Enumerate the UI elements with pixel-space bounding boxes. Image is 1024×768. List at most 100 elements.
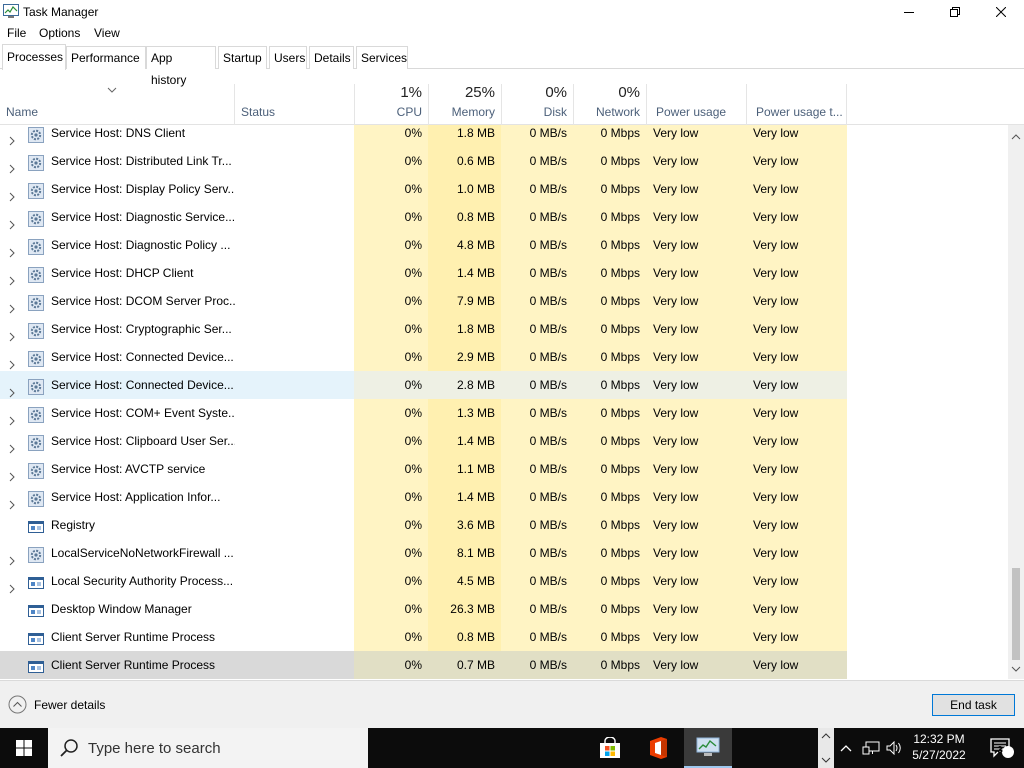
task-manager-taskbar-icon: [696, 737, 720, 756]
column-power-trend[interactable]: Power usage t...: [746, 70, 847, 125]
column-divider[interactable]: [846, 84, 847, 125]
process-row[interactable]: Service Host: COM+ Event Syste... 0% 1.3…: [0, 399, 1008, 427]
process-cpu: 0%: [354, 567, 428, 595]
process-row[interactable]: Service Host: Connected Device... 0% 2.9…: [0, 343, 1008, 371]
end-task-button[interactable]: End task: [932, 694, 1015, 716]
process-row[interactable]: Service Host: AVCTP service 0% 1.1 MB 0 …: [0, 455, 1008, 483]
process-row[interactable]: Service Host: DCOM Server Proc... 0% 7.9…: [0, 287, 1008, 315]
taskbar-scroll[interactable]: [818, 728, 834, 768]
tab-app-history[interactable]: App history: [146, 46, 216, 87]
close-button[interactable]: [978, 0, 1024, 24]
column-divider[interactable]: [746, 84, 747, 125]
column-divider[interactable]: [573, 84, 574, 125]
tab-details[interactable]: Details: [309, 46, 354, 69]
chevron-right-icon[interactable]: [9, 324, 15, 343]
process-row[interactable]: Service Host: Application Infor... 0% 1.…: [0, 483, 1008, 511]
volume-tray-button[interactable]: [884, 728, 906, 768]
process-disk: 0 MB/s: [501, 483, 573, 511]
scroll-up-arrow-icon[interactable]: [1011, 129, 1021, 143]
process-cpu: 0%: [354, 147, 428, 175]
gear-icon: [28, 209, 44, 227]
menu-options[interactable]: Options: [39, 26, 80, 40]
process-disk: 0 MB/s: [501, 125, 573, 147]
process-row[interactable]: Client Server Runtime Process 0% 0.7 MB …: [0, 651, 1008, 679]
chevron-right-icon[interactable]: [9, 380, 15, 399]
show-hidden-icons-button[interactable]: [836, 728, 856, 768]
gear-icon: [28, 153, 44, 171]
process-name: Service Host: Clipboard User Ser...: [51, 434, 235, 448]
chevron-right-icon[interactable]: [9, 128, 15, 147]
column-divider[interactable]: [501, 84, 502, 125]
column-name[interactable]: Name: [0, 70, 235, 125]
chevron-right-icon[interactable]: [9, 296, 15, 315]
process-row[interactable]: Desktop Window Manager 0% 26.3 MB 0 MB/s…: [0, 595, 1008, 623]
column-status[interactable]: Status: [235, 70, 354, 125]
chevron-right-icon[interactable]: [9, 408, 15, 427]
tab-startup[interactable]: Startup: [218, 46, 267, 69]
process-network: 0 Mbps: [573, 427, 646, 455]
tab-processes[interactable]: Processes: [2, 44, 66, 70]
column-divider[interactable]: [354, 84, 355, 125]
process-disk: 0 MB/s: [501, 287, 573, 315]
process-row[interactable]: Service Host: Diagnostic Policy ... 0% 4…: [0, 231, 1008, 259]
tab-services[interactable]: Services: [356, 46, 408, 69]
menu-view[interactable]: View: [94, 26, 120, 40]
column-memory[interactable]: 25% Memory: [428, 70, 501, 125]
fewer-details-toggle[interactable]: Fewer details: [8, 695, 105, 714]
process-name: Service Host: Connected Device...: [51, 378, 234, 392]
minimize-button[interactable]: [886, 0, 932, 24]
column-disk[interactable]: 0% Disk: [501, 70, 573, 125]
process-row[interactable]: Service Host: DNS Client 0% 1.8 MB 0 MB/…: [0, 125, 1008, 147]
microsoft-store-icon: [600, 737, 620, 758]
taskbar-store-app[interactable]: [586, 728, 634, 768]
process-row[interactable]: Registry 0% 3.6 MB 0 MB/s 0 Mbps Very lo…: [0, 511, 1008, 539]
taskbar-clock[interactable]: 12:32 PM 5/27/2022: [906, 731, 972, 763]
process-row[interactable]: Service Host: Diagnostic Service... 0% 0…: [0, 203, 1008, 231]
column-divider[interactable]: [428, 84, 429, 125]
chevron-right-icon[interactable]: [9, 212, 15, 231]
chevron-right-icon[interactable]: [9, 464, 15, 483]
process-row[interactable]: Service Host: Distributed Link Tr... 0% …: [0, 147, 1008, 175]
tab-users[interactable]: Users: [269, 46, 307, 69]
chevron-right-icon[interactable]: [9, 576, 15, 595]
process-power-usage: Very low: [646, 287, 746, 315]
column-divider[interactable]: [234, 84, 235, 125]
process-row[interactable]: Local Security Authority Process... 0% 4…: [0, 567, 1008, 595]
process-row[interactable]: Client Server Runtime Process 0% 0.8 MB …: [0, 623, 1008, 651]
scrollbar-thumb[interactable]: [1012, 568, 1020, 660]
chevron-up-circle-icon: [8, 695, 27, 714]
scroll-down-arrow-icon[interactable]: [1011, 661, 1021, 675]
chevron-right-icon[interactable]: [9, 548, 15, 567]
taskbar-search-box[interactable]: Type here to search: [48, 728, 368, 768]
restore-button[interactable]: [932, 0, 978, 24]
process-power-usage: Very low: [646, 539, 746, 567]
process-row[interactable]: Service Host: DHCP Client 0% 1.4 MB 0 MB…: [0, 259, 1008, 287]
column-power-usage[interactable]: Power usage: [646, 70, 746, 125]
process-row[interactable]: LocalServiceNoNetworkFirewall ... 0% 8.1…: [0, 539, 1008, 567]
column-cpu[interactable]: 1% CPU: [354, 70, 428, 125]
column-divider[interactable]: [646, 84, 647, 125]
process-power-trend: Very low: [746, 371, 847, 399]
chevron-right-icon[interactable]: [9, 268, 15, 287]
menu-file[interactable]: File: [7, 26, 26, 40]
column-network[interactable]: 0% Network: [573, 70, 646, 125]
chevron-right-icon[interactable]: [9, 352, 15, 371]
process-row[interactable]: Service Host: Clipboard User Ser... 0% 1…: [0, 427, 1008, 455]
tab-performance[interactable]: Performance: [66, 46, 146, 69]
process-row[interactable]: Service Host: Display Policy Serv... 0% …: [0, 175, 1008, 203]
chevron-right-icon[interactable]: [9, 436, 15, 455]
process-row[interactable]: Service Host: Connected Device... 0% 2.8…: [0, 371, 1008, 399]
action-center-button[interactable]: 3: [980, 728, 1024, 768]
chevron-right-icon[interactable]: [9, 156, 15, 175]
chevron-right-icon[interactable]: [9, 240, 15, 259]
start-button[interactable]: [0, 728, 48, 768]
taskbar-office-app[interactable]: [634, 728, 682, 768]
chevron-right-icon[interactable]: [9, 184, 15, 203]
taskbar-task-manager-app[interactable]: [684, 728, 732, 768]
process-row[interactable]: Service Host: Cryptographic Ser... 0% 1.…: [0, 315, 1008, 343]
vertical-scrollbar[interactable]: [1008, 125, 1024, 679]
process-memory: 0.6 MB: [428, 147, 501, 175]
network-tray-button[interactable]: [860, 728, 882, 768]
search-placeholder: Type here to search: [88, 740, 221, 757]
chevron-right-icon[interactable]: [9, 492, 15, 511]
